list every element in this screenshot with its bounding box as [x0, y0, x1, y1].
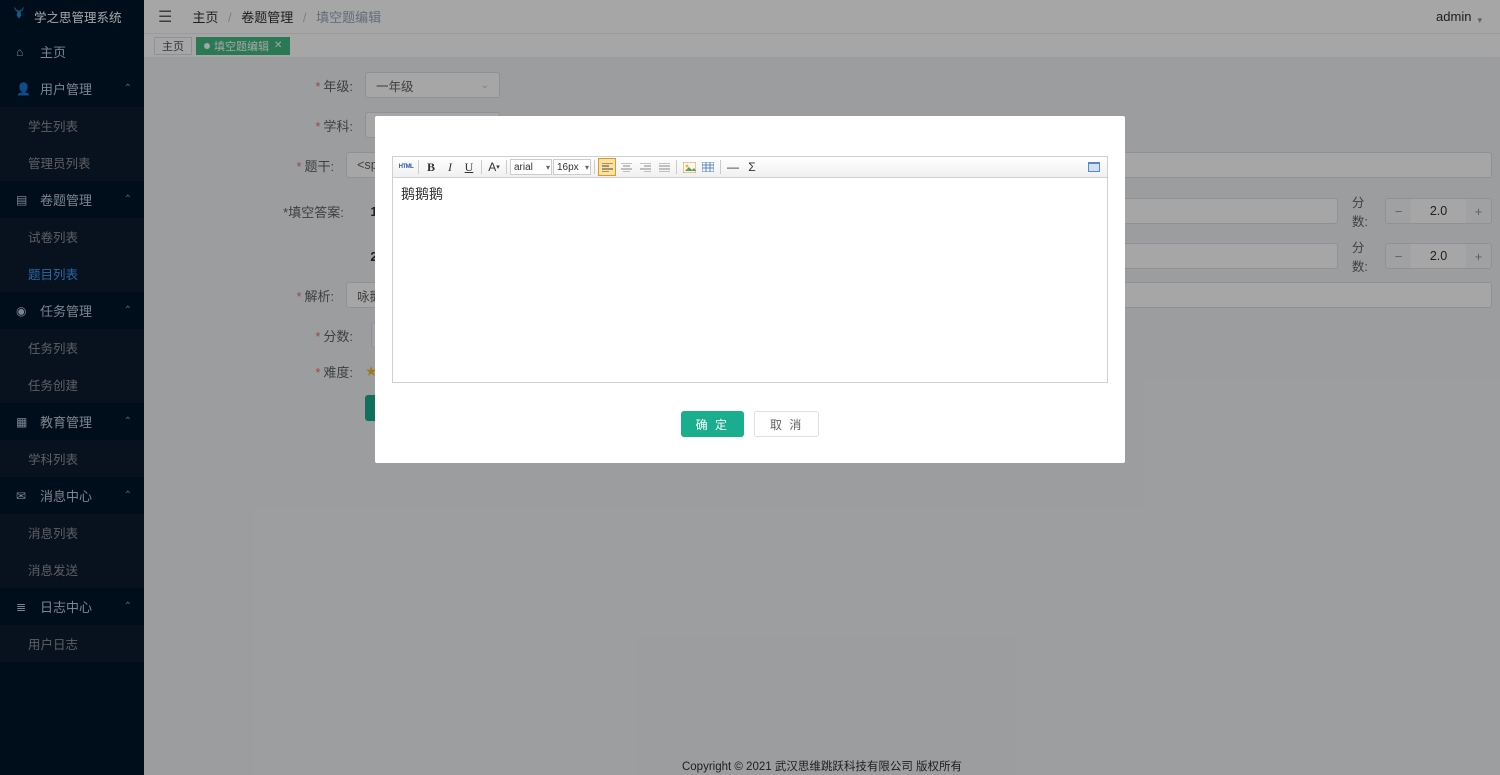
insert-hr-button[interactable]: —: [724, 158, 742, 176]
align-right-button[interactable]: [636, 158, 654, 176]
insert-formula-button[interactable]: Σ: [743, 158, 761, 176]
dialog-cancel-button[interactable]: 取 消: [754, 411, 819, 437]
bold-button[interactable]: B: [422, 158, 440, 176]
editor-content[interactable]: 鹅鹅鹅: [392, 178, 1108, 383]
font-size-select[interactable]: 16px: [553, 159, 591, 175]
align-left-button[interactable]: [598, 158, 616, 176]
fullscreen-button[interactable]: [1085, 158, 1103, 176]
insert-table-button[interactable]: [699, 158, 717, 176]
align-center-button[interactable]: [617, 158, 635, 176]
align-justify-button[interactable]: [655, 158, 673, 176]
font-family-select[interactable]: arial: [510, 159, 552, 175]
insert-image-button[interactable]: [680, 158, 698, 176]
font-color-button[interactable]: A▾: [485, 158, 503, 176]
editor-toolbar: HTML B I U A▾ arial 16px — Σ: [392, 156, 1108, 178]
html-source-button[interactable]: HTML: [397, 158, 415, 176]
editor-dialog: HTML B I U A▾ arial 16px — Σ 鹅鹅鹅 确 定: [375, 116, 1125, 463]
underline-button[interactable]: U: [460, 158, 478, 176]
dialog-ok-button[interactable]: 确 定: [681, 411, 744, 437]
italic-button[interactable]: I: [441, 158, 459, 176]
